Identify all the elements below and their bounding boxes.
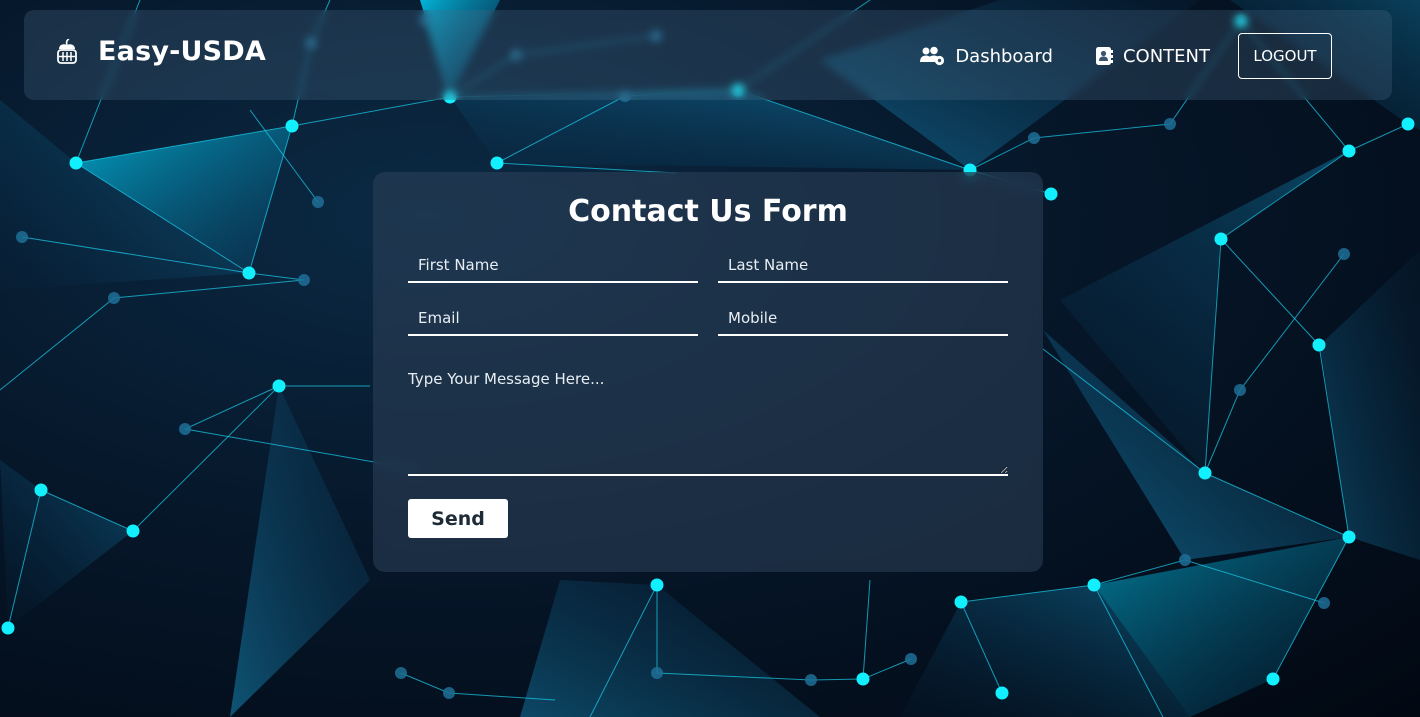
- nav-link-label: Dashboard: [955, 45, 1053, 67]
- form-title: Contact Us Form: [568, 194, 848, 229]
- nav-links: Dashboard CONTENT LOGOUT: [919, 33, 1332, 79]
- send-button[interactable]: Send: [408, 499, 508, 538]
- contact-form-card: Contact Us Form Send: [373, 172, 1043, 572]
- first-name-input[interactable]: [408, 248, 698, 283]
- address-book-icon: [1095, 46, 1113, 66]
- top-navbar: Easy-USDA Dashboard CONTENT LOGOUT: [24, 10, 1392, 100]
- nav-link-label: CONTENT: [1122, 45, 1210, 67]
- users-gear-icon: [919, 46, 945, 66]
- message-textarea[interactable]: [408, 370, 1008, 476]
- nav-link-content[interactable]: CONTENT: [1095, 46, 1210, 67]
- nav-link-dashboard[interactable]: Dashboard: [919, 46, 1053, 67]
- email-input[interactable]: [408, 301, 698, 336]
- brand[interactable]: Easy-USDA: [56, 36, 266, 67]
- basket-apple-icon: [56, 37, 78, 65]
- mobile-input[interactable]: [718, 301, 1008, 336]
- logout-button[interactable]: LOGOUT: [1238, 33, 1332, 79]
- brand-name: Easy-USDA: [98, 36, 267, 67]
- last-name-input[interactable]: [718, 248, 1008, 283]
